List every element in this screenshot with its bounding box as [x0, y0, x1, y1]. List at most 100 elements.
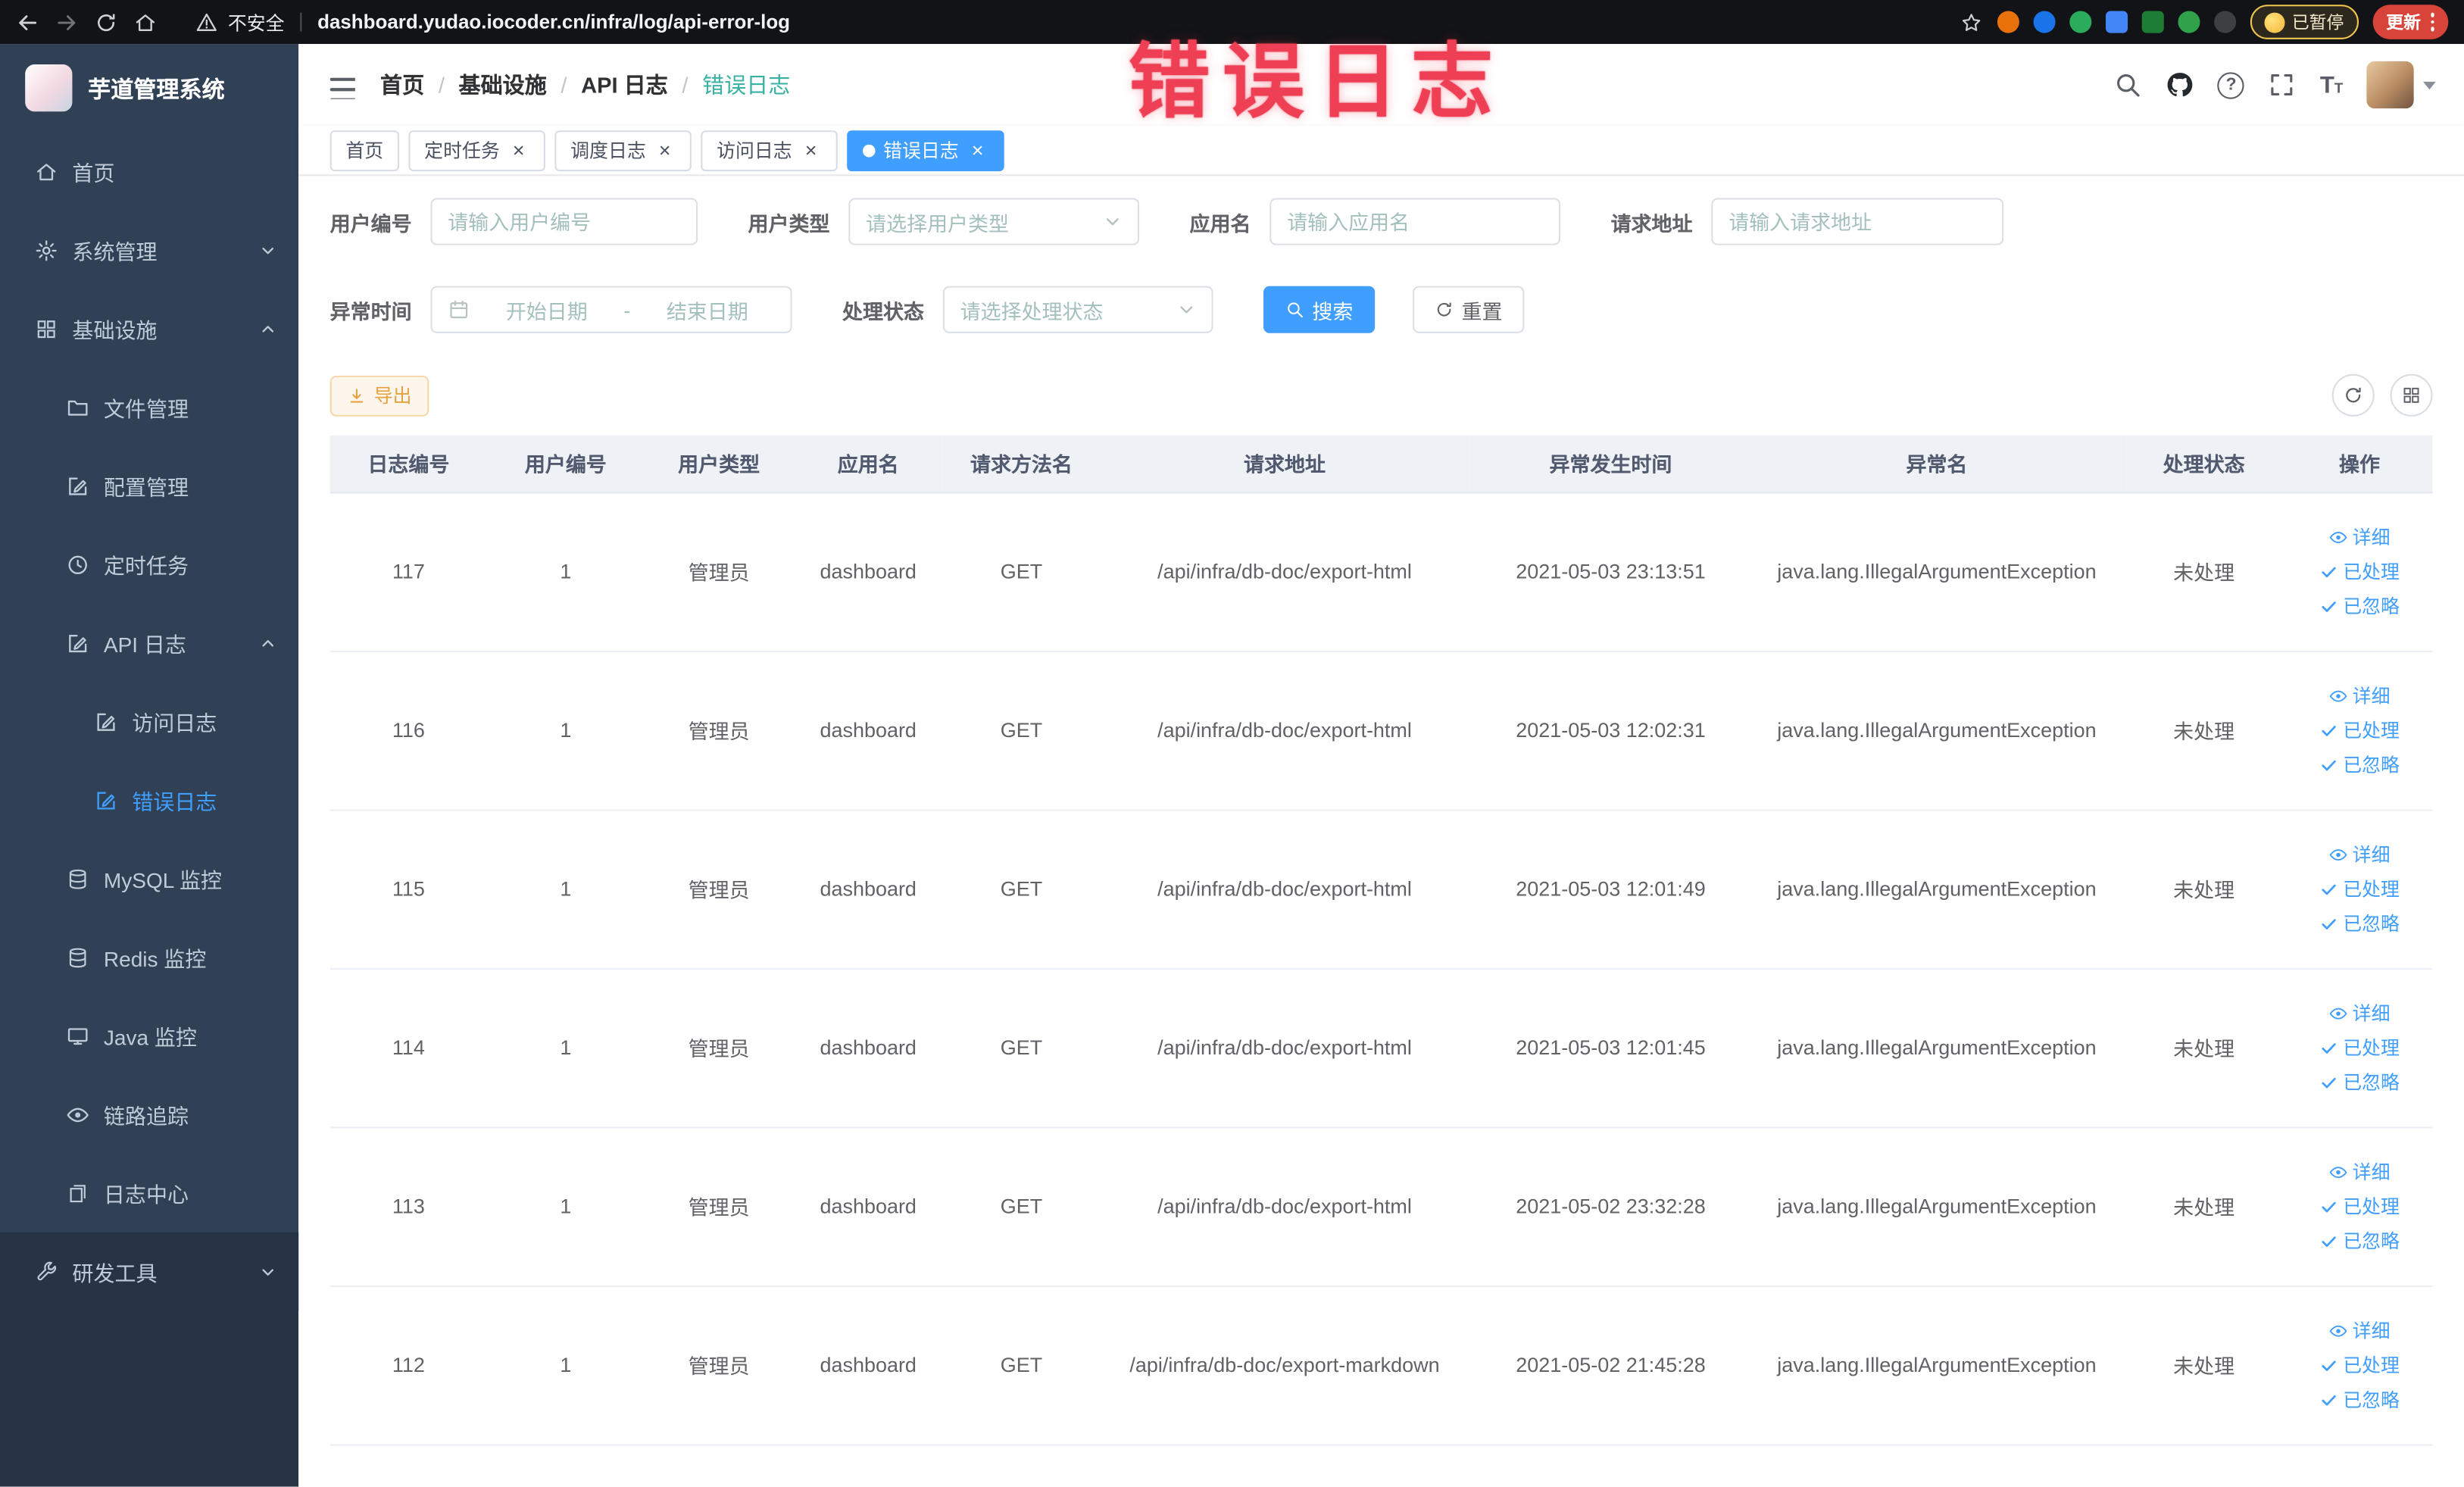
close-icon[interactable]: × — [967, 139, 988, 161]
sidebar-item-file-management[interactable]: 文件管理 — [0, 367, 298, 446]
reload-icon[interactable] — [94, 10, 117, 33]
breadcrumb-separator: / — [438, 72, 445, 98]
refresh-icon — [2343, 385, 2363, 405]
process-status-select[interactable]: 请选择处理状态 — [942, 286, 1213, 333]
refresh-button[interactable] — [2331, 373, 2375, 417]
tab-定时任务[interactable]: 定时任务 × — [408, 130, 545, 171]
action-detail[interactable]: 详细 — [2329, 1158, 2390, 1185]
action-ignored[interactable]: 已忽略 — [2319, 751, 2400, 778]
filter-app-name: 应用名 — [1190, 198, 1561, 245]
eye-icon — [66, 1102, 89, 1126]
tab-访问日志[interactable]: 访问日志 × — [701, 130, 838, 171]
action-detail[interactable]: 详细 — [2329, 841, 2391, 867]
request-url-input[interactable] — [1729, 209, 1987, 234]
action-detail[interactable]: 详细 — [2329, 999, 2390, 1026]
extension-icon[interactable] — [1996, 11, 2019, 33]
action-processed[interactable]: 已处理 — [2319, 1034, 2400, 1061]
exception-time-cell: 2021-05-03 12:02:31 — [1469, 650, 1753, 811]
action-detail[interactable]: 详细 — [2329, 523, 2390, 550]
extension-icon[interactable] — [2032, 11, 2055, 33]
tab-错误日志[interactable]: 错误日志 × — [847, 130, 1004, 171]
log-id-cell: 117 — [329, 492, 488, 651]
user-type-select[interactable]: 请选择用户类型 — [848, 198, 1140, 245]
breadcrumb-item-api-logs[interactable]: API 日志 — [581, 69, 668, 100]
action-label: 已忽略 — [2343, 913, 2400, 936]
update-button[interactable]: 更新 — [2372, 5, 2449, 39]
action-processed[interactable]: 已处理 — [2319, 558, 2400, 584]
action-detail[interactable]: 详细 — [2329, 682, 2390, 708]
github-icon[interactable] — [2166, 70, 2194, 98]
extension-icon[interactable] — [2141, 11, 2163, 33]
browser-home-icon[interactable] — [133, 10, 157, 33]
exception-time-cell: 2021-05-02 21:45:28 — [1469, 1286, 1753, 1445]
search-icon[interactable] — [2114, 70, 2142, 98]
sidebar-item-label: 链路追踪 — [103, 1104, 189, 1129]
extension-icon[interactable] — [2104, 11, 2127, 33]
extension-icon[interactable] — [2213, 11, 2236, 33]
paused-badge[interactable]: 已暂停 — [2249, 5, 2358, 39]
action-ignored[interactable]: 已忽略 — [2319, 1227, 2400, 1254]
address-bar[interactable]: 不安全 dashboard.yudao.iocoder.cn/infra/log… — [195, 8, 1943, 35]
method-cell: GET — [942, 1286, 1101, 1445]
bookmark-star-icon[interactable] — [1959, 10, 1982, 33]
sidebar-item-access-log[interactable]: 访问日志 — [0, 682, 298, 761]
sidebar-item-java-monitor[interactable]: Java 监控 — [0, 996, 298, 1075]
user-id-cell: 1 — [487, 492, 645, 651]
action-processed[interactable]: 已处理 — [2319, 717, 2400, 743]
action-ignored[interactable]: 已忽略 — [2319, 1069, 2400, 1095]
gear-icon — [35, 238, 58, 261]
sidebar-item-system-management[interactable]: 系统管理 — [0, 211, 298, 289]
back-icon[interactable] — [16, 10, 39, 33]
logo[interactable]: 芋道管理系统 — [0, 44, 298, 132]
sidebar-item-redis-monitor[interactable]: Redis 监控 — [0, 918, 298, 997]
check-icon — [2319, 1073, 2338, 1092]
action-processed[interactable]: 已处理 — [2319, 876, 2400, 902]
sidebar-item-config-management[interactable]: 配置管理 — [0, 446, 298, 525]
sidebar-item-link-tracing[interactable]: 链路追踪 — [0, 1075, 298, 1154]
filter-exception-time: 异常时间 开始日期 - 结束日期 — [330, 286, 792, 333]
sidebar-item-home[interactable]: 首页 — [0, 132, 298, 211]
action-ignored[interactable]: 已忽略 — [2319, 1386, 2400, 1413]
action-processed[interactable]: 已处理 — [2319, 1193, 2400, 1220]
user-type-cell: 管理员 — [644, 650, 794, 811]
tab-首页[interactable]: 首页 — [329, 130, 399, 171]
font-size-icon[interactable]: TT — [2320, 73, 2343, 96]
export-button[interactable]: 导出 — [329, 374, 429, 416]
close-icon[interactable]: × — [654, 139, 676, 161]
hamburger-icon[interactable] — [327, 70, 355, 99]
help-icon[interactable]: ? — [2217, 71, 2245, 98]
close-icon[interactable]: × — [507, 139, 529, 161]
breadcrumb-item-home[interactable]: 首页 — [380, 69, 424, 100]
user-id-input[interactable] — [448, 209, 681, 234]
reset-button[interactable]: 重置 — [1413, 286, 1525, 333]
sidebar-item-infrastructure[interactable]: 基础设施 — [0, 289, 298, 368]
action-detail[interactable]: 详细 — [2329, 1317, 2390, 1344]
column-settings-button[interactable] — [2390, 373, 2433, 417]
sidebar-item-mysql-monitor[interactable]: MySQL 监控 — [0, 839, 298, 918]
sidebar-item-error-log[interactable]: 错误日志 — [0, 761, 298, 839]
close-icon[interactable]: × — [800, 139, 822, 161]
action-label: 已忽略 — [2343, 1230, 2400, 1253]
app-name-input[interactable] — [1287, 209, 1544, 234]
action-ignored[interactable]: 已忽略 — [2319, 592, 2400, 619]
tab-label: 访问日志 — [717, 139, 792, 162]
actions-cell: 详细 已处理 已忽略 — [2286, 492, 2433, 651]
extension-icon[interactable] — [2177, 11, 2200, 33]
exception-time-range[interactable]: 开始日期 - 结束日期 — [430, 286, 792, 333]
action-ignored[interactable]: 已忽略 — [2319, 910, 2400, 936]
sidebar-item-log-center[interactable]: 日志中心 — [0, 1154, 298, 1232]
user-menu[interactable] — [2366, 61, 2436, 109]
fullscreen-icon[interactable] — [2268, 70, 2296, 98]
tab-调度日志[interactable]: 调度日志 × — [554, 130, 692, 171]
sidebar-item-dev-tools[interactable]: 研发工具 — [0, 1232, 299, 1311]
sidebar-item-api-logs[interactable]: API 日志 — [0, 604, 298, 683]
forward-icon[interactable] — [55, 10, 79, 33]
sidebar-item-scheduled-tasks[interactable]: 定时任务 — [0, 525, 298, 604]
extension-icon[interactable] — [2069, 11, 2091, 33]
breadcrumb-item-infrastructure[interactable]: 基础设施 — [459, 69, 547, 100]
clock-icon — [66, 552, 89, 576]
action-label: 详细 — [2352, 844, 2391, 867]
action-processed[interactable]: 已处理 — [2319, 1351, 2400, 1378]
actions-cell: 详细 已处理 已忽略 — [2286, 967, 2433, 1128]
search-button[interactable]: 搜索 — [1263, 286, 1376, 333]
